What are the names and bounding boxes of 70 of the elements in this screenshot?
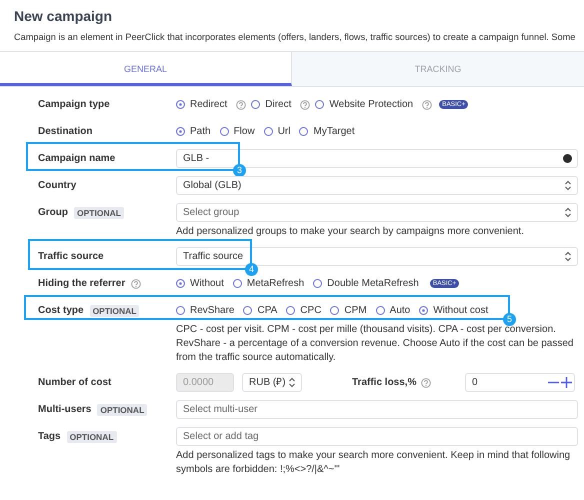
radio-label[interactable]: MetaRefresh xyxy=(246,278,304,289)
radio-button[interactable] xyxy=(243,306,252,315)
input-field[interactable]: GLB - xyxy=(176,149,578,168)
radio-label[interactable]: Flow xyxy=(234,126,255,137)
radio-button[interactable] xyxy=(330,306,340,315)
radio-button[interactable] xyxy=(176,306,185,315)
select-field[interactable]: Global (GLB) xyxy=(176,176,578,195)
radio-label[interactable]: CPM xyxy=(344,305,367,316)
radio-label[interactable]: Double MetaRefresh xyxy=(327,278,419,289)
field-label: Multi-users xyxy=(38,404,92,415)
radio-label[interactable]: CPA xyxy=(257,305,278,316)
chevron-updown-icon xyxy=(564,251,572,262)
input-field[interactable]: Select multi-user xyxy=(176,400,578,419)
optional-tag: OPTIONAL xyxy=(90,304,140,316)
field-label: Destination xyxy=(38,126,92,137)
optional-tag: OPTIONAL xyxy=(74,206,124,218)
field-label: Hiding the referrer xyxy=(38,278,126,289)
radio-label[interactable]: Website Protection xyxy=(329,99,414,110)
chevron-updown-icon xyxy=(564,207,572,218)
page-description: Campaign is an element in PeerClick that incorporates elements (offers, landers, flows, traffic sources) to create a campaign funnel. Some xyxy=(14,31,576,43)
step-number: 5 xyxy=(503,313,516,326)
radio-button[interactable] xyxy=(232,279,242,288)
radio-button[interactable] xyxy=(176,127,185,136)
field-label: Cost type xyxy=(38,305,84,316)
radio-label[interactable]: Redirect xyxy=(190,99,228,110)
radio-button[interactable] xyxy=(419,306,428,315)
radio-label[interactable]: MyTarget xyxy=(313,126,355,137)
currency-select[interactable]: RUB (₽) xyxy=(242,373,302,392)
radio-button[interactable] xyxy=(313,279,322,288)
page-title: New campaign xyxy=(14,8,114,24)
select-field[interactable]: Traffic source xyxy=(176,247,578,266)
chevron-updown-icon xyxy=(288,377,296,388)
field-label: Campaign name xyxy=(38,153,116,164)
field-label: Tags xyxy=(38,431,61,442)
input-field[interactable]: Select or add tag xyxy=(176,427,578,446)
select-field[interactable]: Select group xyxy=(176,203,578,222)
radio-label[interactable]: Url xyxy=(278,126,290,137)
field-label: Country xyxy=(38,180,76,191)
radio-label[interactable]: Path xyxy=(190,126,211,137)
step-number: 4 xyxy=(245,263,258,276)
radio-button[interactable] xyxy=(376,306,385,315)
radio-label[interactable]: Direct xyxy=(265,99,292,110)
radio-button[interactable] xyxy=(220,127,229,136)
field-label: Campaign type xyxy=(38,99,110,110)
plus-icon xyxy=(561,377,572,388)
field-label: Traffic source xyxy=(38,251,104,262)
radio-button[interactable] xyxy=(176,100,185,109)
radio-button[interactable] xyxy=(264,127,273,136)
optional-tag: OPTIONAL xyxy=(66,430,117,442)
cost-input: 0.0000 xyxy=(176,373,234,392)
tab[interactable]: GENERAL xyxy=(0,52,292,86)
radio-button[interactable] xyxy=(286,306,296,315)
radio-label[interactable]: RevShare xyxy=(190,305,234,316)
radio-button[interactable] xyxy=(299,127,308,136)
chevron-updown-icon xyxy=(564,180,572,191)
radio-button[interactable] xyxy=(251,100,260,109)
field-label: Number of cost xyxy=(38,377,112,388)
optional-tag: OPTIONAL xyxy=(97,404,148,416)
field-label: Traffic loss,% xyxy=(352,377,416,388)
traffic-loss-input[interactable]: 0 xyxy=(465,373,575,392)
radio-label[interactable]: Without xyxy=(190,278,224,289)
radio-label[interactable]: Auto xyxy=(390,305,410,316)
radio-label[interactable]: CPC xyxy=(300,305,322,316)
radio-button[interactable] xyxy=(315,100,324,109)
help-text: CPC - cost per visit. CPM - cost per mille (thousand visits). CPA - cost per conversion. RevShare - a percentage of a conversion revenue. Choose Auto if the cost can be passed from the traffic source automatically. xyxy=(176,323,574,365)
field-label: Group xyxy=(38,207,68,218)
radio-button[interactable] xyxy=(176,279,185,288)
radio-label[interactable]: Without cost xyxy=(433,305,488,316)
help-text: Add personalized groups to make your search by campaigns more convenient. xyxy=(176,225,525,239)
help-text: Add personalized tags to make your search more convenient. Keep in mind that following symbols are forbidden: !;%<>?/|&^~'" xyxy=(176,449,572,477)
